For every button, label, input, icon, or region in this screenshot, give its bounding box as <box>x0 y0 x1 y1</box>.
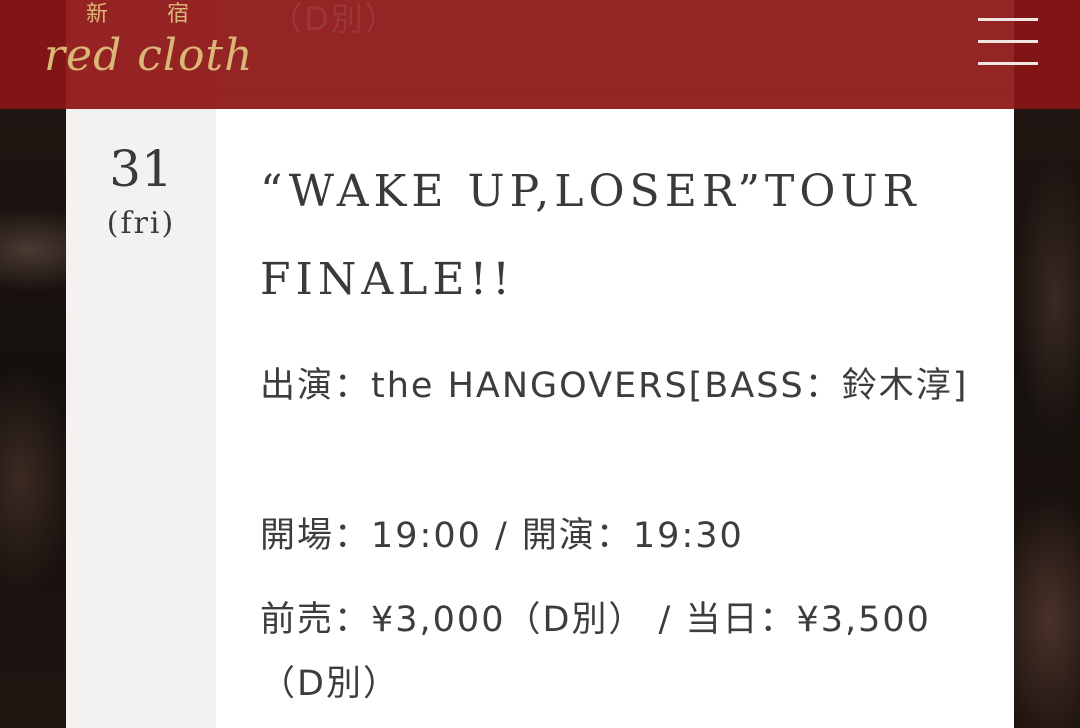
event-price: 前売：¥3,000（D別） / 当日：¥3,500（D別） <box>260 600 931 704</box>
logo-kanji: 新 宿 <box>86 2 215 27</box>
event-weekday: (fri) <box>106 206 176 241</box>
event-day: 31 <box>109 140 173 198</box>
menu-bar <box>978 18 1038 21</box>
event-performer: 出演：the HANGOVERS[BASS：鈴木淳] <box>260 366 969 406</box>
date-column <box>66 0 216 728</box>
event-times: 開場：19:00 / 開演：19:30 <box>260 516 744 556</box>
site-logo[interactable]: red cloth <box>44 30 253 81</box>
hamburger-menu-icon[interactable] <box>978 18 1038 66</box>
menu-bar <box>978 40 1038 43</box>
event-title: “WAKE UP,LOSER”TOUR FINALE!! <box>260 166 921 305</box>
menu-bar <box>978 62 1038 65</box>
previous-event-price-tail-overlay: （D別） <box>270 0 399 38</box>
